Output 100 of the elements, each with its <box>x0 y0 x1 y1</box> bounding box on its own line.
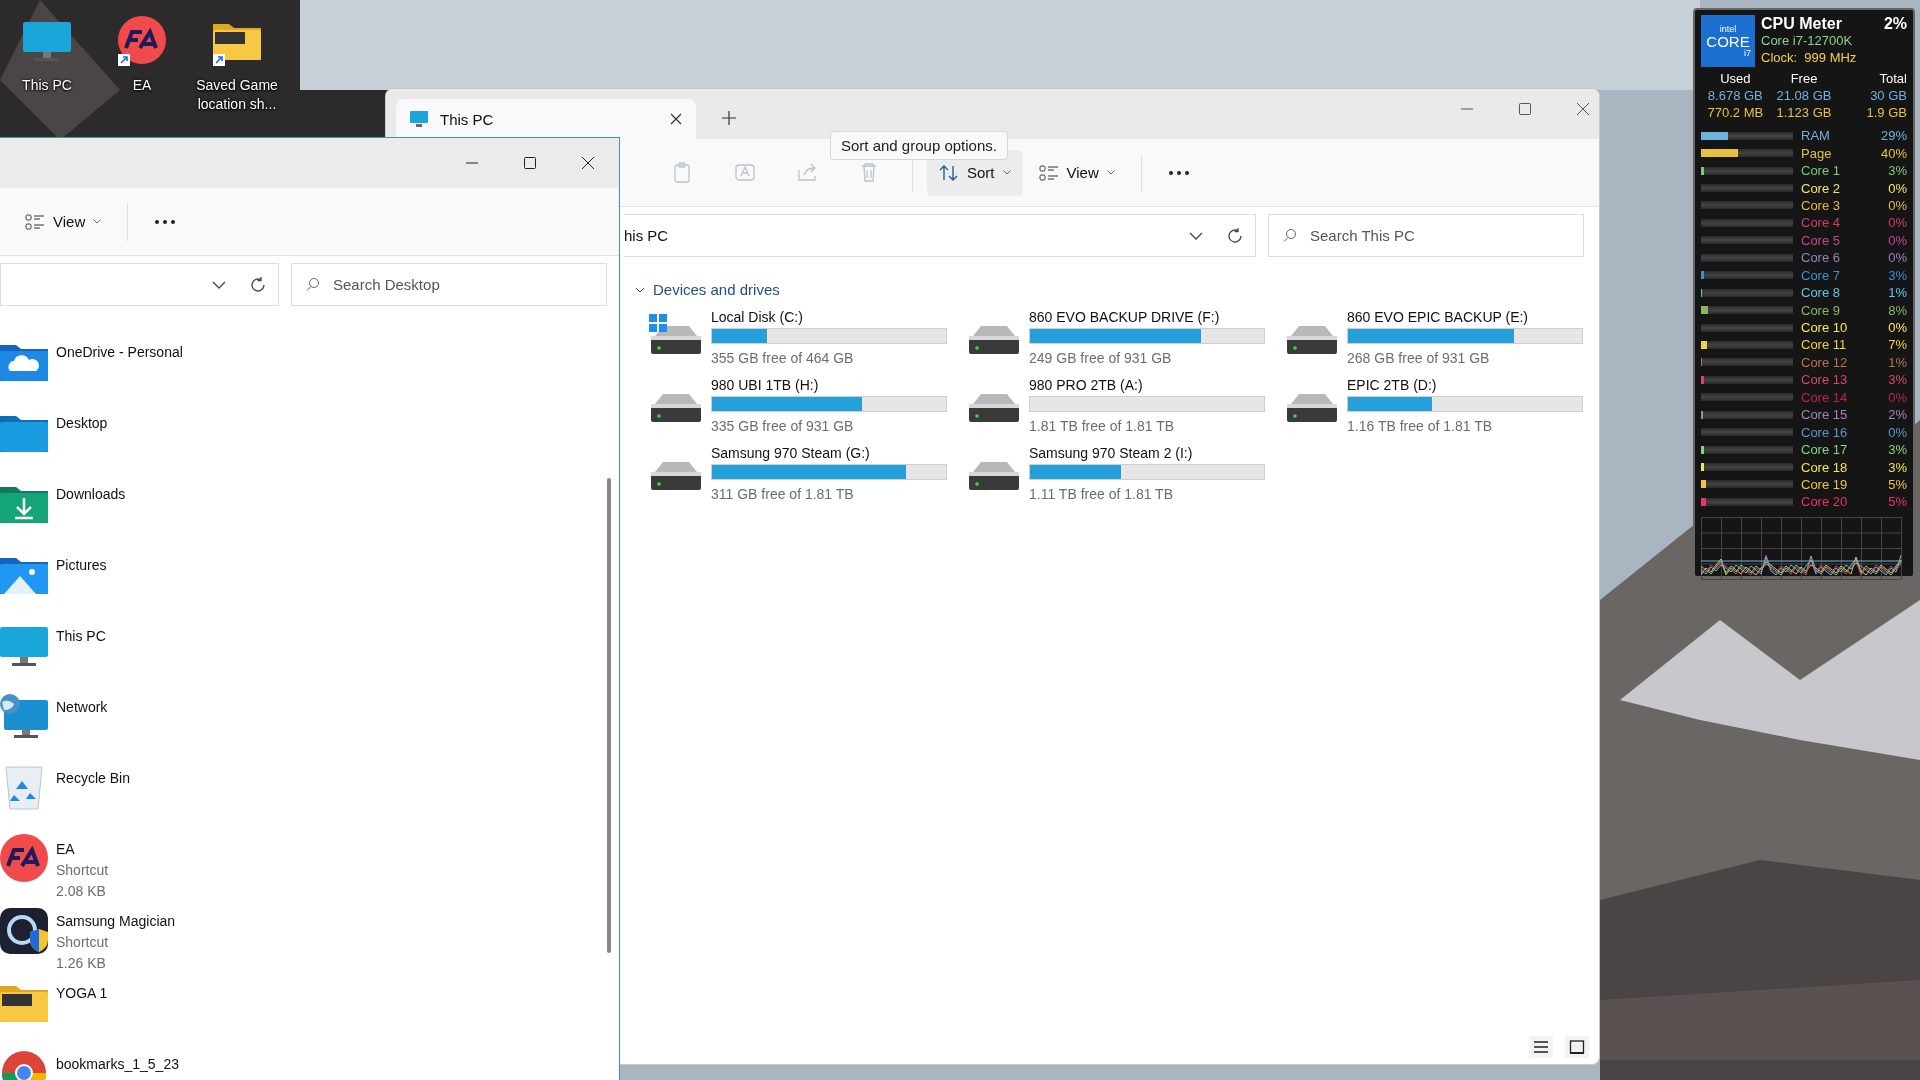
file-name: Downloads <box>56 485 126 504</box>
file-name: Desktop <box>56 414 108 433</box>
view-button[interactable]: View <box>1026 149 1127 196</box>
more-icon[interactable] <box>1167 169 1190 176</box>
chevron-down-icon <box>1106 170 1115 175</box>
memory-value: 770.2 MB <box>1706 104 1765 121</box>
meter-label: Core 18 <box>1801 459 1849 475</box>
meter-reading: 0% <box>1888 215 1907 231</box>
close-icon[interactable] <box>1577 103 1589 115</box>
meter-reading: 0% <box>1888 320 1907 336</box>
file-item[interactable]: Pictures <box>0 546 127 617</box>
memory-value: 21.08 GB <box>1775 87 1833 104</box>
meter-reading: 40% <box>1880 145 1907 161</box>
meter-reading: 0% <box>1888 250 1907 266</box>
meter-label: Core 15 <box>1801 407 1849 423</box>
refresh-icon[interactable] <box>1227 227 1243 244</box>
drive-item[interactable]: 980 UBI 1TB (H:) 335 GB free of 931 GB <box>649 376 949 435</box>
icon-label: This PC <box>21 76 73 95</box>
shortcut-app-icon[interactable] <box>118 16 166 66</box>
file-item[interactable]: Samsung Magician Shortcut 1.26 KB <box>0 902 196 974</box>
scrollbar[interactable] <box>607 478 611 953</box>
drive-item[interactable]: Samsung 970 Steam (G:) 311 GB free of 1.81 TB <box>649 444 949 503</box>
drive-name: 860 EVO EPIC BACKUP (E:) <box>1347 308 1530 326</box>
file-name: bookmarks_1_5_23 <box>56 1055 179 1074</box>
file-item[interactable]: Desktop <box>0 404 128 475</box>
close-icon[interactable] <box>670 113 682 125</box>
chevron-down-icon[interactable] <box>212 280 226 289</box>
drive-item[interactable]: Samsung 970 Steam 2 (I:) 1.11 TB free of 1.81 TB <box>967 444 1267 503</box>
sort-icon <box>939 163 959 182</box>
file-type: Shortcut <box>56 861 109 880</box>
drive-item[interactable]: 860 EVO BACKUP DRIVE (F:) 249 GB free of 931 GB <box>967 308 1267 367</box>
tooltip: Sort and group options. <box>830 131 1008 160</box>
file-item[interactable]: Recycle Bin <box>0 759 150 830</box>
drive-name: 980 PRO 2TB (A:) <box>1029 376 1144 394</box>
meter-reading: 1% <box>1888 354 1907 370</box>
refresh-icon[interactable] <box>250 276 266 293</box>
memory-value: 1.9 GB <box>1865 104 1907 121</box>
file-item[interactable]: YOGA 1 <box>0 974 128 1045</box>
file-name: Pictures <box>56 556 107 575</box>
meter-label: Core 7 <box>1801 267 1842 283</box>
address-bar[interactable]: his PC <box>624 214 1256 257</box>
drive-item[interactable]: 860 EVO EPIC BACKUP (E:) 268 GB free of 931 GB <box>1285 308 1585 367</box>
drive-item[interactable]: Local Disk (C:) 355 GB free of 464 GB <box>649 308 949 367</box>
meter-reading: 0% <box>1888 389 1907 405</box>
meter-reading: 0% <box>1888 180 1907 196</box>
meter-reading: 0% <box>1888 232 1907 248</box>
meter-reading: 7% <box>1888 337 1907 353</box>
meter-label: Core 9 <box>1801 302 1842 318</box>
search-icon <box>306 277 320 291</box>
meter-label: Core 13 <box>1801 372 1849 388</box>
search-icon <box>1283 228 1297 242</box>
meter-reading: 3% <box>1888 459 1907 475</box>
view-icon <box>25 212 45 231</box>
chevron-down-icon[interactable] <box>1189 231 1203 240</box>
app-icon <box>0 834 48 882</box>
meter-reading: 5% <box>1888 476 1907 492</box>
meter-reading: 3% <box>1888 267 1907 283</box>
file-name: YOGA 1 <box>56 984 108 1003</box>
drive-name: Samsung 970 Steam (G:) <box>711 444 871 462</box>
tab[interactable]: This PC <box>396 99 696 139</box>
drive-name: EPIC 2TB (D:) <box>1347 376 1438 394</box>
file-item[interactable]: This PC <box>0 617 126 688</box>
plus-icon[interactable] <box>722 111 736 125</box>
meter-label: Core 14 <box>1801 389 1849 405</box>
tiles-view-icon[interactable] <box>1565 1036 1589 1058</box>
file-name: Samsung Magician <box>56 912 176 931</box>
file-size: 1.26 KB <box>56 954 107 973</box>
meter-reading: 3% <box>1888 372 1907 388</box>
file-item[interactable]: Downloads <box>0 475 146 546</box>
search-field[interactable]: Search This PC <box>1268 214 1584 257</box>
file-item[interactable]: Network <box>0 688 128 759</box>
file-name: Recycle Bin <box>56 769 130 788</box>
free-space-text: 249 GB free of 931 GB <box>1029 349 1173 367</box>
close-icon[interactable] <box>582 157 594 169</box>
meter-reading: 3% <box>1888 163 1907 179</box>
details-view-icon[interactable] <box>1529 1036 1553 1058</box>
meter-label: RAM <box>1801 128 1831 144</box>
drive-item[interactable]: 980 PRO 2TB (A:) 1.81 TB free of 1.81 TB <box>967 376 1267 435</box>
free-space-text: 311 GB free of 1.81 TB <box>711 485 855 503</box>
file-item[interactable]: bookmarks_1_5_23 <box>0 1045 199 1080</box>
meter-reading: 0% <box>1888 424 1907 440</box>
meter-reading: 1% <box>1888 285 1907 301</box>
column-header: Total <box>1878 70 1907 87</box>
search-field[interactable]: Search Desktop <box>291 263 607 306</box>
file-item[interactable]: EA Shortcut 2.08 KB <box>0 830 129 902</box>
more-icon[interactable] <box>154 218 177 225</box>
section-header[interactable]: Devices and drives <box>635 281 780 298</box>
file-size: 2.08 KB <box>56 882 107 901</box>
meter-label: Core 8 <box>1801 285 1842 301</box>
maximize-icon[interactable] <box>1519 103 1531 115</box>
meter-reading: 5% <box>1888 494 1907 510</box>
file-item[interactable]: OneDrive - Personal <box>0 333 203 404</box>
drive-item[interactable]: EPIC 2TB (D:) 1.16 TB free of 1.81 TB <box>1285 376 1585 435</box>
network-monitor-icon <box>0 692 48 740</box>
meter-label: Core 2 <box>1801 180 1842 196</box>
tab-title: This PC <box>440 110 495 128</box>
meter-reading: 3% <box>1888 442 1907 458</box>
meter-label: Core 20 <box>1801 494 1849 510</box>
maximize-icon[interactable] <box>524 157 536 169</box>
view-button[interactable]: View <box>13 198 114 245</box>
